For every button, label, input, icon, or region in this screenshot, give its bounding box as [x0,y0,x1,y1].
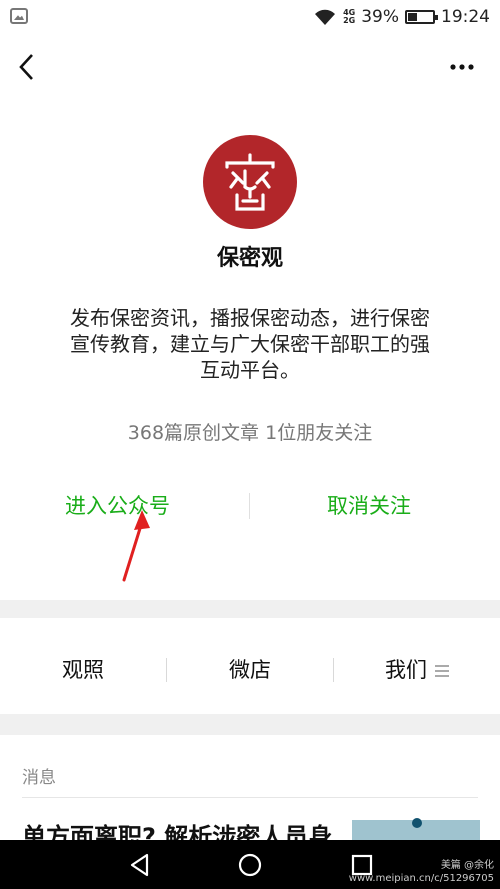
unfollow-button[interactable]: 取消关注 [327,490,411,520]
menu-item-women-label: 我们 [385,658,427,682]
battery-fill [408,13,417,21]
more-button[interactable] [442,54,482,80]
menu-item-weidian[interactable]: 微店 [167,654,333,684]
status-bar: 4G 2G 39% 19:24 [0,0,500,34]
watermark-url: www.meipian.cn/c/51296705 [348,873,494,884]
account-description: 发布保密资讯，播报保密动态，进行保密宣传教育，建立与广大保密干部职工的强互动平台… [70,306,430,382]
section-separator [0,714,500,735]
status-indicators: 4G 2G 39% 19:24 [313,6,490,28]
battery-percent: 39% [361,7,399,27]
network-type: 4G 2G [343,9,355,25]
article-thumbnail[interactable] [352,818,480,840]
actions-divider [249,493,250,519]
messages-divider [22,797,478,798]
circle-home-icon[interactable] [237,852,263,878]
messages-title: 消息 [22,768,56,788]
battery-icon [405,10,438,24]
status-time: 19:24 [441,7,490,27]
back-button[interactable] [12,50,42,86]
triangle-back-icon[interactable] [127,852,153,878]
chevron-left-icon [19,54,33,80]
account-actions: 进入公众号 取消关注 [0,490,500,522]
watermark-brand: 美篇 @余化 [440,860,494,871]
account-logo [203,135,297,229]
gallery-icon [10,8,28,24]
menu-item-guanzhao[interactable]: 观照 [0,654,166,684]
menu-item-women[interactable]: 我们 [334,654,500,684]
custom-menu: 观照 微店 我们 [0,618,500,714]
messages-section: 消息 单方面离职? 解析涉密人员身 [0,735,500,840]
wifi-icon [315,9,336,25]
section-separator [0,600,500,618]
more-dots-icon [450,64,474,70]
article-title[interactable]: 单方面离职? 解析涉密人员身 [22,817,342,840]
menu-list-icon [435,665,449,677]
watermark: 美篇 @余化 www.meipian.cn/c/51296705 [349,859,494,885]
account-stats: 368篇原创文章 1位朋友关注 [127,422,373,444]
seal-glyph [225,153,275,211]
account-name: 保密观 [216,246,283,271]
network-type-bottom: 2G [343,16,356,25]
annotation-arrow [122,510,150,582]
